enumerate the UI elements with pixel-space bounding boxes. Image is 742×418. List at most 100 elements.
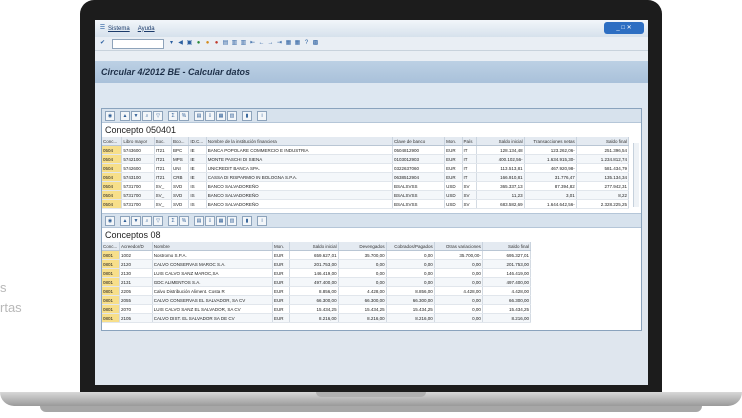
print-icon[interactable]: ▤ [222, 40, 229, 47]
menu-sistema[interactable]: Sistema [108, 26, 130, 32]
dropdown-icon[interactable]: ▾ [168, 40, 175, 47]
sort-desc-icon[interactable]: ▼ [131, 110, 141, 121]
table-cell[interactable]: EUR [272, 250, 291, 260]
subtotal-icon[interactable]: % [179, 110, 189, 121]
table-cell[interactable]: 0801 [102, 250, 120, 260]
table-cell[interactable]: 0,00 [434, 259, 483, 269]
col-header[interactable]: Clave de banco [392, 137, 446, 146]
table-cell[interactable]: 15.434,25 [338, 304, 387, 314]
table-cell[interactable]: SVD [171, 181, 190, 191]
table-cell[interactable]: UNICREDIT BANCA SPA. [206, 163, 394, 173]
table-row[interactable]: 0801 2105 CALVO DIST. EL SALVADOR SA DE CV… [102, 313, 532, 323]
col-header[interactable]: Devengados [338, 242, 387, 251]
col-header[interactable]: Nombre de la institución financiera [206, 137, 394, 146]
table-row[interactable]: 0801 2070 LUIS CALVO SANZ EL SALVADOR, SA … [102, 304, 532, 314]
table-cell[interactable]: 15.434,25 [386, 304, 435, 314]
table-cell[interactable]: 467.920,98- [524, 163, 577, 173]
table-cell[interactable]: 0,00 [434, 295, 483, 305]
table-cell[interactable]: 0504 [102, 172, 123, 182]
table-cell[interactable]: SV [462, 181, 478, 191]
table-cell[interactable]: 87.394,82 [524, 181, 577, 191]
exit-icon[interactable]: ● [195, 40, 202, 47]
table-cell[interactable]: IT21 [154, 163, 173, 173]
table-cell[interactable]: 497.400,00 [289, 277, 339, 287]
table-cell[interactable]: 128.134,48 [476, 145, 525, 155]
table-cell[interactable]: SV [462, 199, 478, 209]
table-cell[interactable]: EUR [272, 286, 291, 296]
table-cell[interactable]: BANCA POPOLARE COMMERCIO E INDUSTRIA [206, 145, 394, 155]
col-header[interactable]: Mon. [272, 242, 291, 251]
info-icon[interactable]: i [257, 215, 267, 226]
filter-icon[interactable]: ▽ [153, 110, 163, 121]
table-cell[interactable]: CALVO CONSERVAS MAROC S.A. [152, 259, 274, 269]
table-cell[interactable]: USD [444, 190, 463, 200]
table-cell[interactable]: 0638512904 [392, 172, 446, 182]
grid-1-scrollbar[interactable] [633, 143, 639, 207]
col-header[interactable]: Transacciones netas [524, 137, 577, 146]
table-cell[interactable]: IT [462, 172, 478, 182]
table-cell[interactable]: 66.300,00 [338, 295, 387, 305]
table-cell[interactable]: 0801 [102, 313, 120, 323]
table-cell[interactable]: IE [188, 154, 207, 164]
table-cell[interactable]: 0,00 [434, 277, 483, 287]
table-cell[interactable]: Calvo Distribución Aliment. Costa R [152, 286, 274, 296]
table-cell[interactable]: 113.513,81 [476, 163, 525, 173]
sort-asc-icon[interactable]: ▲ [120, 110, 130, 121]
table-cell[interactable]: USD [444, 181, 463, 191]
table-cell[interactable]: IE [188, 172, 207, 182]
table-cell[interactable]: 15.434,25 [289, 304, 339, 314]
shortcut-icon[interactable]: ▦ [294, 40, 301, 47]
table-cell[interactable]: 0801 [102, 286, 120, 296]
table-cell[interactable]: SVD [171, 190, 190, 200]
table-cell[interactable]: SV [462, 190, 478, 200]
col-header[interactable]: Saldo inicial [289, 242, 339, 251]
export-icon[interactable]: ⇩ [205, 110, 215, 121]
table-cell[interactable]: 0801 [102, 268, 120, 278]
help-icon[interactable]: ? [303, 40, 310, 47]
table-cell[interactable]: SV_ [154, 190, 173, 200]
sap-menu-icon[interactable]: ☰ [99, 25, 106, 32]
command-field[interactable] [112, 38, 164, 49]
table-cell[interactable]: 0,00 [386, 277, 435, 287]
table-cell[interactable]: BSALSVSS [392, 190, 446, 200]
col-header[interactable]: Nombre [152, 242, 274, 251]
table-row[interactable]: 0504 5743100 IT21 CRB IE CASSA DI RISPARMIO I… [102, 172, 630, 182]
find-icon[interactable]: ▥ [231, 40, 238, 47]
table-cell[interactable]: 251.396,54 [576, 145, 630, 155]
export-icon[interactable]: ⇩ [205, 215, 215, 226]
table-cell[interactable]: BANCO SALVADOREÑO [206, 181, 394, 191]
table-cell[interactable]: 0801 [102, 295, 120, 305]
table-cell[interactable]: 0504 [102, 154, 123, 164]
find-icon[interactable]: ⌕ [142, 110, 152, 121]
table-cell[interactable]: CRB [171, 172, 190, 182]
back-icon[interactable]: ◀ [177, 40, 184, 47]
table-cell[interactable]: BANCO SALVADOREÑO [206, 199, 394, 209]
table-cell[interactable]: 1002 [119, 250, 153, 260]
subtotal-icon[interactable]: % [179, 215, 189, 226]
table-row[interactable]: 0801 2055 CALVO CONSERVAS EL SALVADOR, SA … [102, 295, 532, 305]
table-cell[interactable]: 0,00 [434, 268, 483, 278]
graphic-icon[interactable]: ▮ [242, 110, 252, 121]
table-row[interactable]: 0504 5743600 IT21 BPC IE BANCA POPOLARE COMME… [102, 145, 630, 155]
col-header[interactable]: Otras variaciones [434, 242, 483, 251]
sort-desc-icon[interactable]: ▼ [131, 215, 141, 226]
prev-page-icon[interactable]: ← [258, 40, 265, 47]
col-header[interactable]: Conc... [102, 242, 120, 251]
table-cell[interactable]: IT [462, 163, 478, 173]
table-cell[interactable]: 0801 [102, 304, 120, 314]
table-cell[interactable]: 4.428,00 [434, 286, 483, 296]
table-cell[interactable]: EUR [272, 268, 291, 278]
menu-ayuda[interactable]: Ayuda [138, 26, 155, 32]
filter-icon[interactable]: ▽ [153, 215, 163, 226]
sort-asc-icon[interactable]: ▲ [120, 215, 130, 226]
table-cell[interactable]: 0504 [102, 145, 123, 155]
table-cell[interactable]: 35.700,00- [434, 250, 483, 260]
table-cell[interactable]: 277.942,31 [576, 181, 630, 191]
table-cell[interactable]: 11,23 [476, 190, 525, 200]
table-cell[interactable]: 0,00 [386, 268, 435, 278]
choose-layout-icon[interactable]: ▥ [227, 215, 237, 226]
table-cell[interactable]: 5742100 [121, 154, 155, 164]
table-cell[interactable]: IT [462, 145, 478, 155]
table-cell[interactable]: 0504 [102, 190, 123, 200]
table-cell[interactable]: 0504812900 [392, 145, 446, 155]
